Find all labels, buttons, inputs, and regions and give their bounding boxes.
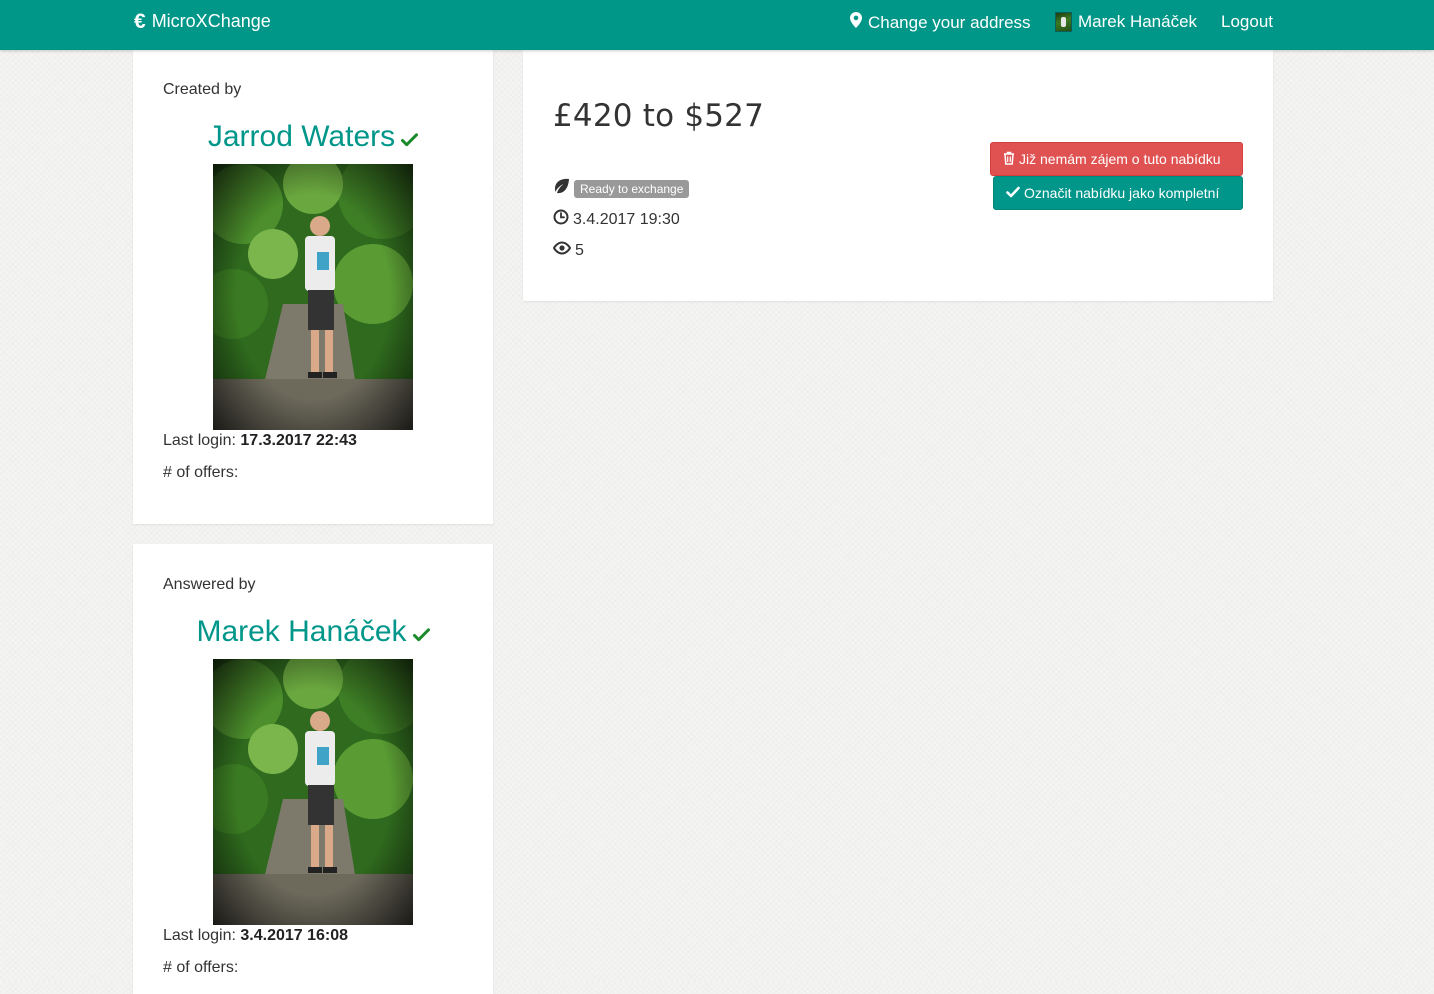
offers-count-label: # of offers: bbox=[163, 959, 239, 976]
offer-date-row: 3.4.2017 19:30 bbox=[553, 209, 680, 230]
answerer-offers-count: # of offers: bbox=[163, 959, 238, 977]
creator-card-label: Created by bbox=[163, 81, 242, 98]
check-icon bbox=[401, 121, 419, 155]
user-menu-link[interactable]: Marek Hanáček bbox=[1055, 12, 1197, 32]
creator-name-heading: Jarrod Waters bbox=[133, 120, 493, 155]
offer-date: 3.4.2017 19:30 bbox=[573, 210, 680, 228]
answerer-name-link[interactable]: Marek Hanáček bbox=[196, 615, 406, 648]
answerer-card: Answered by Marek Hanáček Last login: 3.… bbox=[133, 544, 493, 994]
answerer-name-heading: Marek Hanáček bbox=[133, 615, 493, 650]
leaf-icon bbox=[553, 178, 570, 199]
not-interested-button[interactable]: Již nemám zájem o tuto nabídku bbox=[990, 142, 1243, 176]
last-login-label: Last login: bbox=[163, 432, 236, 449]
clock-icon bbox=[553, 209, 569, 230]
creator-last-login: Last login: 17.3.2017 22:43 bbox=[163, 432, 357, 450]
check-icon bbox=[1006, 185, 1020, 201]
offer-views-count: 5 bbox=[575, 241, 584, 259]
offer-views-row: 5 bbox=[552, 241, 584, 260]
offer-status-row: Ready to exchange bbox=[553, 178, 690, 199]
logout-label: Logout bbox=[1221, 12, 1273, 31]
last-login-value: 3.4.2017 16:08 bbox=[240, 927, 349, 944]
creator-name-link[interactable]: Jarrod Waters bbox=[208, 120, 395, 153]
logout-link[interactable]: Logout bbox=[1221, 12, 1273, 32]
brand-link[interactable]: € MicroXChange bbox=[134, 11, 271, 32]
change-address-link[interactable]: Change your address bbox=[850, 12, 1031, 33]
map-marker-icon bbox=[850, 12, 862, 33]
answerer-last-login: Last login: 3.4.2017 16:08 bbox=[163, 927, 348, 945]
brand-name: MicroXChange bbox=[151, 11, 271, 31]
not-interested-label: Již nemám zájem o tuto nabídku bbox=[1019, 151, 1221, 167]
creator-card: Created by Jarrod Waters Last login: 17.… bbox=[133, 50, 493, 524]
change-address-label: Change your address bbox=[868, 12, 1031, 32]
creator-offers-count: # of offers: bbox=[163, 464, 238, 482]
offer-card: £420 to $527 Ready to exchange 3.4.2017 … bbox=[523, 50, 1273, 301]
mark-complete-button[interactable]: Označit nabídku jako kompletní bbox=[993, 176, 1243, 210]
answerer-card-label: Answered by bbox=[163, 576, 256, 593]
user-menu-label: Marek Hanáček bbox=[1078, 12, 1198, 31]
trash-icon bbox=[1003, 151, 1015, 168]
answerer-photo bbox=[213, 659, 413, 925]
status-badge: Ready to exchange bbox=[574, 179, 690, 198]
offer-title: £420 to $527 bbox=[553, 98, 765, 134]
euro-icon: € bbox=[134, 10, 146, 33]
last-login-value: 17.3.2017 22:43 bbox=[240, 432, 357, 449]
last-login-label: Last login: bbox=[163, 927, 236, 944]
eye-icon bbox=[552, 241, 572, 260]
mark-complete-label: Označit nabídku jako kompletní bbox=[1024, 185, 1220, 201]
avatar bbox=[1055, 12, 1072, 32]
check-icon bbox=[412, 616, 430, 650]
creator-photo bbox=[213, 164, 413, 430]
navbar: € MicroXChange Change your address Marek… bbox=[0, 0, 1434, 50]
offers-count-label: # of offers: bbox=[163, 464, 239, 481]
